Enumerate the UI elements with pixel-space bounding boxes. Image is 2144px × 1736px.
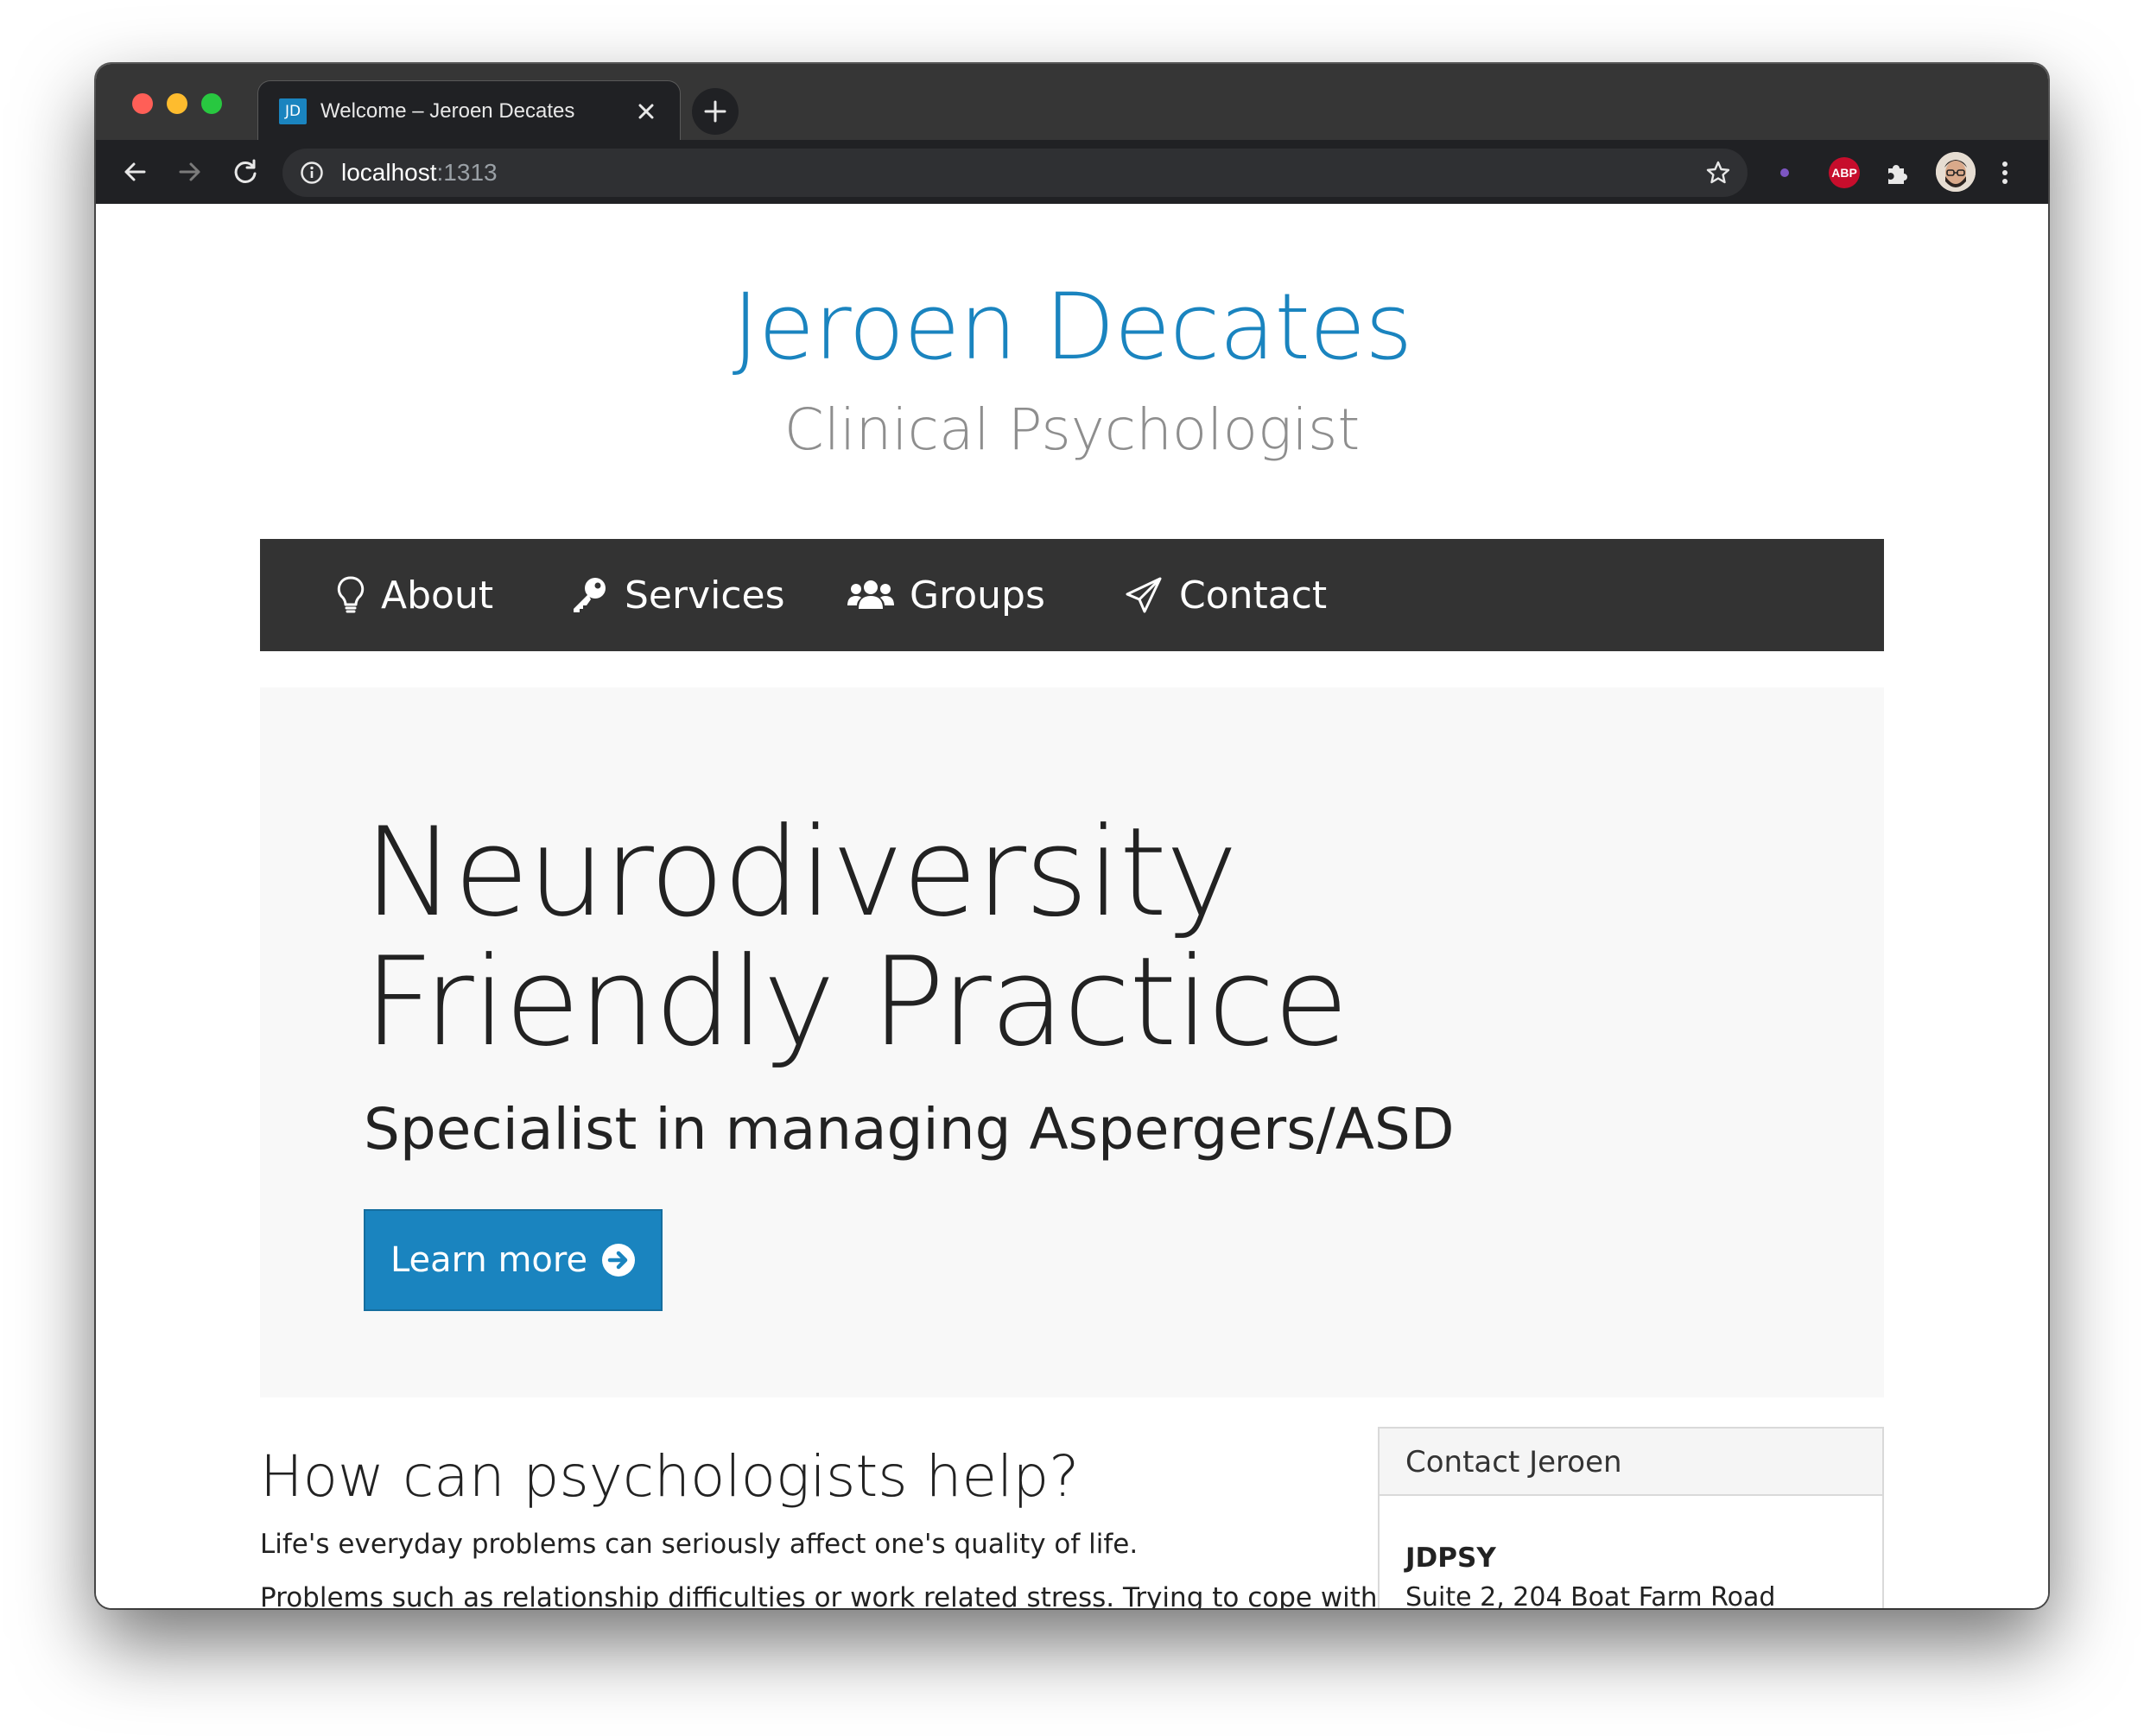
contact-org-name: JDPSY — [1405, 1543, 1496, 1574]
lightbulb-icon — [337, 576, 365, 613]
hero-title: Neurodiversity Friendly Practice — [364, 801, 1348, 1074]
main-nav: About Services Groups Contact — [260, 539, 1884, 651]
hero-jumbotron: Neurodiversity Friendly Practice Special… — [260, 687, 1884, 1397]
nav-label-contact: Contact — [1179, 573, 1328, 618]
info-icon[interactable] — [300, 161, 324, 185]
contact-card-title: Contact Jeroen — [1405, 1445, 1622, 1479]
contact-address: Suite 2, 204 Boat Farm Road — [1405, 1582, 1776, 1608]
close-window-button[interactable] — [132, 93, 153, 114]
maximize-window-button[interactable] — [201, 93, 222, 114]
extension-dot-icon[interactable] — [1780, 168, 1789, 177]
reload-icon[interactable] — [229, 155, 262, 188]
contact-card: Contact Jeroen JDPSY Suite 2, 204 Boat F… — [1378, 1427, 1884, 1608]
minimize-window-button[interactable] — [167, 93, 187, 114]
plus-icon — [704, 100, 726, 123]
page-viewport: Jeroen Decates Clinical Psychologist Abo… — [96, 204, 2048, 1608]
nav-label-about: About — [381, 573, 494, 618]
paragraph: Life's everyday problems can seriously a… — [260, 1529, 1139, 1560]
puzzle-icon[interactable] — [1882, 157, 1913, 188]
more-menu-icon[interactable] — [2000, 157, 2010, 188]
site-title[interactable]: Jeroen Decates — [96, 273, 2048, 382]
forward-icon[interactable] — [174, 155, 206, 188]
nav-item-groups[interactable]: Groups — [847, 539, 1045, 651]
nav-item-contact[interactable]: Contact — [1124, 539, 1327, 651]
tab-title: Welcome – Jeroen Decates — [320, 99, 575, 123]
nav-item-about[interactable]: About — [336, 539, 493, 651]
profile-avatar[interactable] — [1936, 152, 1976, 192]
back-icon[interactable] — [118, 155, 151, 188]
browser-window: JD Welcome – Jeroen Decates localhost:13… — [96, 64, 2048, 1608]
contact-card-header: Contact Jeroen — [1380, 1429, 1882, 1496]
tab-strip: JD Welcome – Jeroen Decates — [96, 64, 2048, 140]
nav-label-services: Services — [625, 573, 785, 618]
site-subtitle: Clinical Psychologist — [783, 396, 1361, 463]
adblock-plus-icon[interactable]: ABP — [1829, 157, 1860, 188]
bookmark-star-icon[interactable] — [1704, 159, 1732, 187]
address-bar[interactable]: localhost:1313 — [282, 149, 1748, 197]
arrow-circle-right-icon — [602, 1244, 636, 1277]
url-port: :1313 — [436, 159, 498, 186]
hero-subtitle: Specialist in managing Aspergers/ASD — [364, 1096, 1455, 1163]
avatar-face-icon — [1936, 152, 1976, 192]
users-icon — [847, 580, 894, 609]
learn-more-label: Learn more — [390, 1240, 588, 1280]
nav-label-groups: Groups — [910, 573, 1045, 618]
nav-item-services[interactable]: Services — [569, 539, 785, 651]
paragraph: Problems such as relationship difficulti… — [260, 1582, 1378, 1608]
favicon-icon: JD — [279, 98, 307, 124]
section-heading: How can psychologists help? — [260, 1443, 1080, 1510]
url-text: localhost:1313 — [341, 157, 498, 188]
paper-plane-icon — [1126, 577, 1162, 613]
url-host: localhost — [341, 159, 437, 186]
close-tab-icon[interactable] — [635, 100, 657, 123]
key-icon — [574, 578, 606, 612]
learn-more-button[interactable]: Learn more — [364, 1209, 663, 1311]
browser-tab[interactable]: JD Welcome – Jeroen Decates — [258, 81, 680, 140]
new-tab-button[interactable] — [692, 88, 739, 135]
browser-toolbar: localhost:1313 ABP — [96, 140, 2048, 204]
